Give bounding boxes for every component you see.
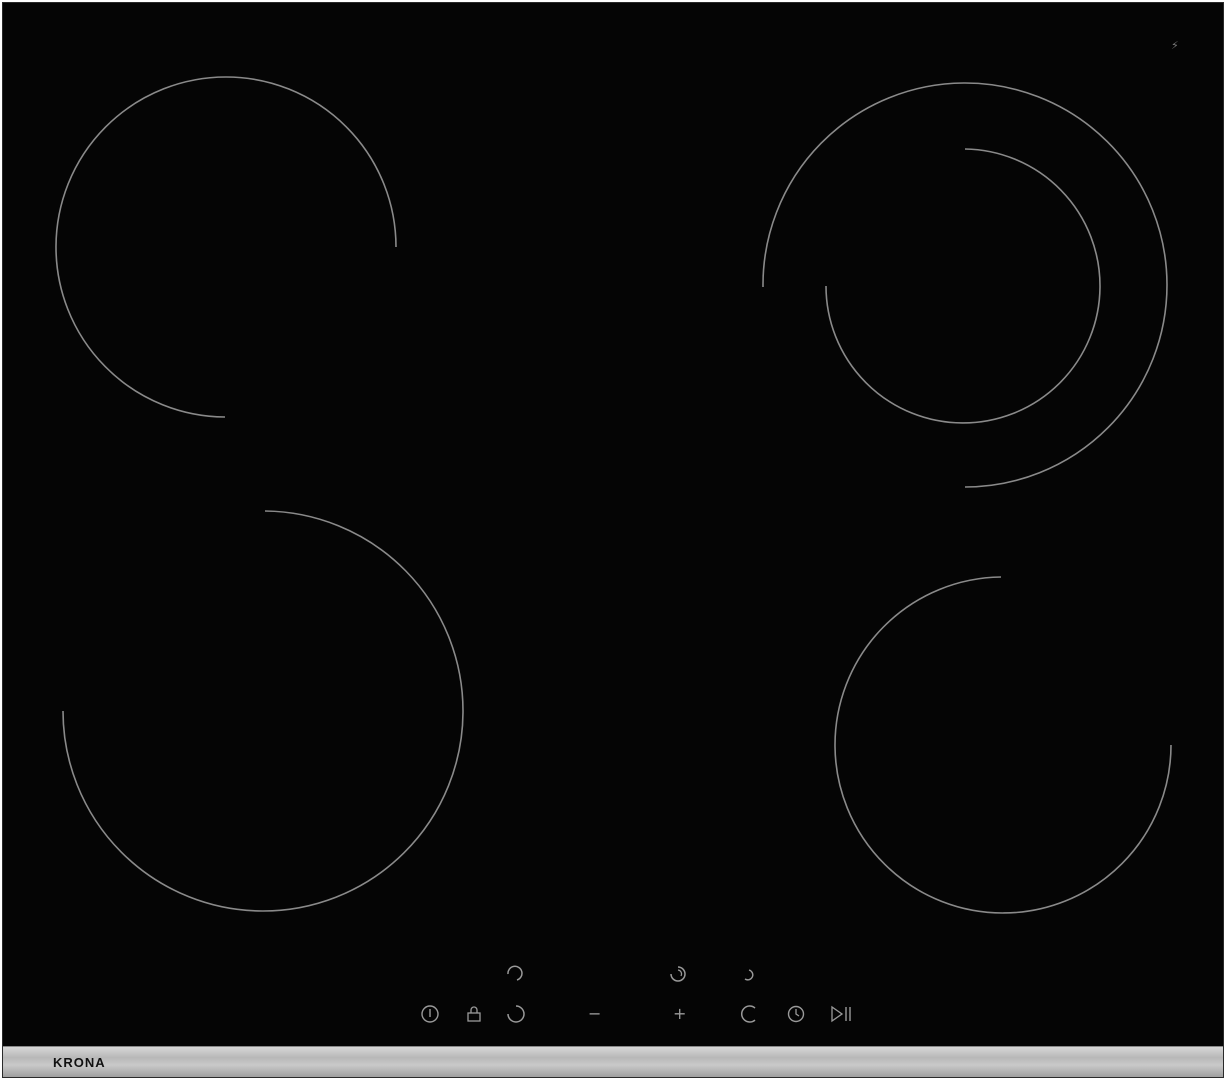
zone-selector-extra-icon[interactable] bbox=[739, 1003, 761, 1025]
zone-selector-front-left-icon[interactable] bbox=[503, 963, 525, 985]
zone-front-left-ring bbox=[62, 510, 464, 912]
lock-icon[interactable] bbox=[463, 1003, 485, 1025]
brand-logo: KRONA bbox=[53, 1055, 106, 1070]
zone-rear-right-inner-ring bbox=[825, 148, 1101, 424]
zone-rear-left-ring bbox=[55, 76, 397, 418]
zone-front-right-ring bbox=[834, 576, 1172, 914]
zone-rear-right-outer-ring bbox=[762, 82, 1168, 488]
zone-selector-rear-right-icon[interactable] bbox=[739, 965, 761, 987]
zone-selector-front-right-icon[interactable] bbox=[505, 1003, 527, 1025]
minus-icon[interactable]: − bbox=[588, 1006, 601, 1022]
cooking-zones bbox=[55, 76, 1172, 914]
plus-icon[interactable]: + bbox=[673, 1006, 686, 1022]
timer-icon[interactable] bbox=[785, 1003, 807, 1025]
zone-selector-rear-left-icon[interactable] bbox=[667, 963, 689, 985]
front-trim: KRONA bbox=[3, 1046, 1223, 1077]
power-icon[interactable] bbox=[419, 1003, 441, 1025]
cooktop-glass: ⚡︎ − + KRONA bbox=[2, 2, 1224, 1078]
play-pause-icon[interactable] bbox=[829, 1003, 851, 1025]
